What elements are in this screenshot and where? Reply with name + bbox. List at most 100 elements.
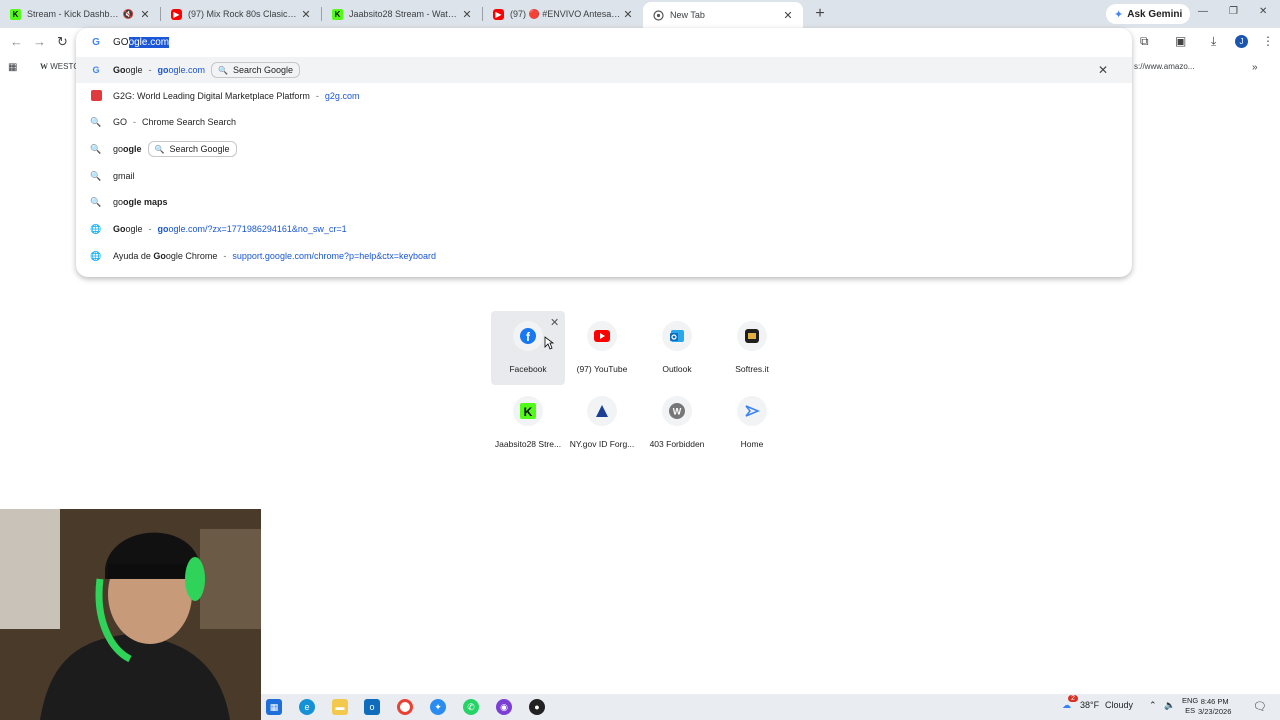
weather-temperature[interactable]: 38°F — [1080, 700, 1099, 710]
suggestion-gmail[interactable]: 🔍 gmail — [76, 163, 1132, 189]
suggestion-go-chrome-search[interactable]: 🔍 GO - Chrome Search Search — [76, 109, 1132, 135]
speaker-icon[interactable]: 🔈 — [1164, 700, 1175, 711]
language-code: ENG — [1182, 696, 1199, 705]
suggestion-url: g2g.com — [324, 91, 360, 101]
profile-avatar[interactable]: J — [1235, 35, 1248, 48]
file-explorer-icon[interactable]: ▬ — [332, 699, 348, 715]
typed-text: GO — [113, 36, 129, 48]
suggestion-separator: - — [133, 117, 137, 127]
home-icon — [737, 396, 767, 426]
shortcut-home[interactable]: Home — [715, 386, 789, 460]
language-indicator[interactable]: ENG ES — [1182, 696, 1198, 716]
new-tab-button[interactable]: + — [809, 5, 831, 23]
shortcut-softres[interactable]: Softres.it — [715, 311, 789, 385]
forward-arrow-icon[interactable]: → — [33, 34, 46, 49]
more-menu-icon[interactable]: ⋮ — [1262, 34, 1274, 48]
copilot-icon[interactable]: ✦ — [430, 699, 446, 715]
address-input[interactable]: GOogle.com — [113, 36, 170, 48]
search-icon: 🔍 — [90, 116, 102, 127]
kick-icon: K — [332, 8, 343, 20]
more-bookmarks-chevron-icon[interactable]: » — [1252, 62, 1258, 73]
tab-title: Stream - Kick Dashboard — [27, 9, 123, 19]
shortcut-label: 403 Forbidden — [649, 439, 705, 449]
address-bar[interactable]: G GOogle.com — [76, 28, 1132, 56]
shortcut-label: Softres.it — [735, 364, 769, 374]
taskbar-clock[interactable]: 8:46 PM 3/23/2026 — [1198, 697, 1231, 717]
globe-icon: 🌐 — [90, 223, 102, 234]
reload-icon[interactable]: ↻ — [57, 34, 68, 50]
svg-text:W: W — [673, 407, 682, 417]
tab-jaabsito-stream[interactable]: K Jaabsito28 Stream - Watch Live ✕ — [322, 0, 482, 28]
shortcut-jaabsito-stream[interactable]: K Jaabsito28 Stre... — [491, 386, 565, 460]
start-icon[interactable]: ▦ — [266, 699, 282, 715]
close-tab-icon[interactable]: ✕ — [460, 8, 474, 21]
suggestion-google-maps[interactable]: 🔍 google maps — [76, 189, 1132, 215]
suggestion-chrome-help[interactable]: 🌐 Ayuda de Google Chrome - support.googl… — [76, 243, 1132, 269]
suggestion-google-home[interactable]: G Google - google.com 🔍 Search Google ✕ — [76, 57, 1132, 83]
kick-icon: K — [513, 396, 543, 426]
restore-icon[interactable]: ❐ — [1229, 6, 1238, 17]
tab-kick-dashboard[interactable]: K Stream - Kick Dashboard 🔇 ✕ — [0, 0, 160, 28]
discord-icon[interactable]: ◉ — [496, 699, 512, 715]
minimize-icon[interactable]: — — [1198, 6, 1208, 17]
shortcut-label: Facebook — [509, 364, 547, 374]
downloads-icon[interactable]: ⤓ — [1211, 34, 1216, 49]
close-tab-icon[interactable]: ✕ — [621, 8, 635, 21]
bookmark-amazon[interactable]: s://www.amazo... — [1134, 62, 1194, 71]
whatsapp-icon[interactable]: ✆ — [463, 699, 479, 715]
tab-title: (97) Mix Rock 80s Clasicos 2021 — [188, 9, 299, 19]
muted-speaker-icon[interactable]: 🔇 — [123, 9, 134, 20]
svg-text:K: K — [524, 405, 533, 419]
close-window-icon[interactable]: ✕ — [1259, 6, 1267, 17]
clock-date: 3/23/2026 — [1198, 707, 1232, 716]
bookmark-westc[interactable]: W WESTC — [40, 62, 79, 71]
chevron-up-icon[interactable]: ⌃ — [1149, 700, 1157, 711]
facebook-icon: f — [513, 321, 543, 351]
chrome-icon[interactable] — [397, 699, 413, 715]
suggestion-url: google.com/?zx=1771986294161&no_sw_cr=1 — [157, 224, 347, 234]
shortcut-nygov[interactable]: NY.gov ID Forg... — [565, 386, 639, 460]
apps-grid-icon[interactable]: ▦ — [8, 62, 17, 73]
shortcut-youtube[interactable]: (97) YouTube — [565, 311, 639, 385]
suggestion-main: gmail — [113, 171, 135, 181]
search-icon: 🔍 — [154, 144, 165, 154]
shortcut-outlook[interactable]: Outlook — [640, 311, 714, 385]
suggestion-google-url[interactable]: 🌐 Google - google.com/?zx=1771986294161&… — [76, 216, 1132, 242]
notification-icon[interactable]: 🗨 — [1253, 700, 1267, 713]
tab-new-tab[interactable]: New Tab ✕ — [643, 2, 803, 28]
g2g-icon — [90, 89, 102, 103]
ask-gemini-label: Ask Gemini — [1127, 8, 1183, 20]
close-tab-icon[interactable]: ✕ — [138, 8, 152, 21]
edge-icon[interactable]: e — [299, 699, 315, 715]
youtube-icon: ▶ — [171, 8, 182, 20]
shortcut-403-forbidden[interactable]: W 403 Forbidden — [640, 386, 714, 460]
shortcut-label: (97) YouTube — [576, 364, 628, 374]
search-icon: 🔍 — [218, 65, 229, 75]
close-tab-icon[interactable]: ✕ — [299, 8, 313, 21]
search-google-chip[interactable]: 🔍 Search Google — [211, 62, 301, 78]
tab-youtube-envivo[interactable]: ▶ (97) 🔴 #ENVIVO Antesala al D ✕ — [483, 0, 643, 28]
remove-shortcut-icon[interactable]: ✕ — [550, 316, 559, 329]
back-arrow-icon[interactable]: ← — [10, 34, 23, 49]
suggestion-main: GO — [113, 117, 128, 127]
softres-icon — [737, 321, 767, 351]
side-panel-icon[interactable]: ▣ — [1175, 34, 1186, 48]
suggestion-url: support.google.com/chrome?p=help&ctx=key… — [232, 251, 437, 261]
ask-gemini-button[interactable]: ✦ Ask Gemini — [1106, 4, 1191, 24]
weather-description[interactable]: Cloudy — [1105, 700, 1133, 710]
extensions-icon[interactable]: ⧉ — [1140, 34, 1149, 49]
outlook-icon — [662, 321, 692, 351]
suggestion-google-search[interactable]: 🔍 google 🔍 Search Google — [76, 136, 1132, 162]
tab-youtube-mix[interactable]: ▶ (97) Mix Rock 80s Clasicos 2021 ✕ — [161, 0, 321, 28]
search-google-chip[interactable]: 🔍 Search Google — [147, 141, 237, 157]
outlook-icon[interactable]: o — [364, 699, 380, 715]
gemini-sparkle-icon: ✦ — [1114, 8, 1124, 21]
close-tab-icon[interactable]: ✕ — [781, 9, 795, 22]
suggestion-g2g[interactable]: G2G: World Leading Digital Marketplace P… — [76, 83, 1132, 109]
suggestion-secondary: Chrome Search Search — [142, 117, 237, 127]
suggestion-main: Google — [113, 224, 143, 234]
omnibox-dropdown: G GOogle.com G Google - google.com 🔍 Sear… — [76, 28, 1132, 277]
suggestion-main: google maps — [113, 197, 168, 207]
remove-suggestion-icon[interactable]: ✕ — [1098, 63, 1108, 77]
obs-icon[interactable]: ● — [529, 699, 545, 715]
